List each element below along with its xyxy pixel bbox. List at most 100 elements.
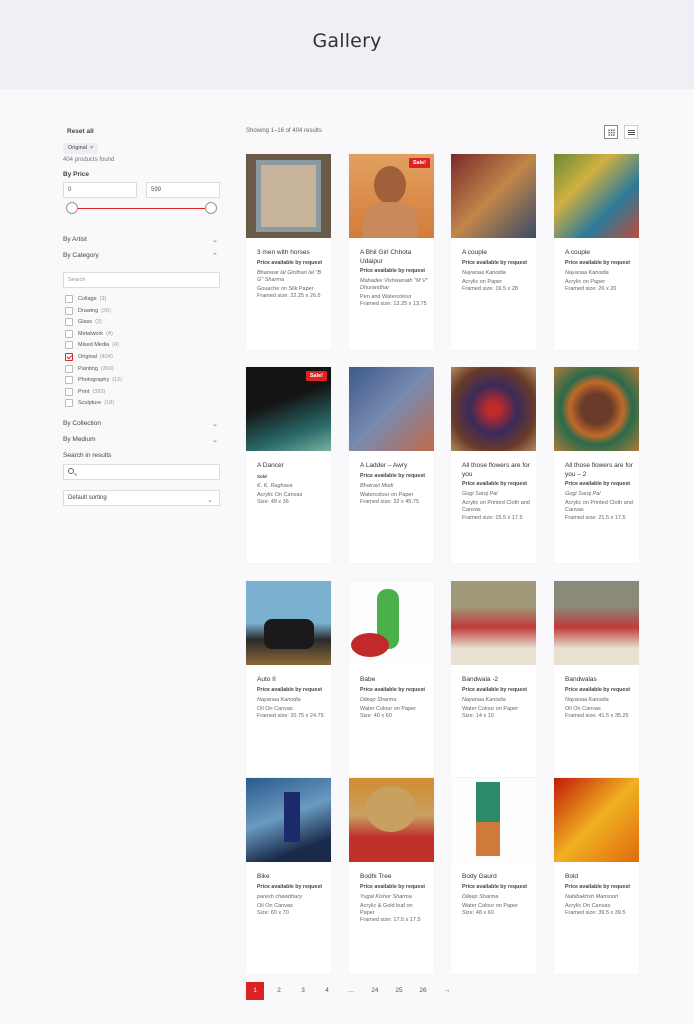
product-image[interactable] [451, 154, 536, 238]
product-card[interactable]: Sale! A Bhil Girl Chhota Udaipur Price ava… [349, 154, 434, 350]
product-title[interactable]: Bodhi Tree [360, 873, 428, 882]
product-artist[interactable]: Bhanwar lal Girdhari lal "B G" Sharma [257, 270, 325, 284]
product-card[interactable]: Babe Price available by request Dileep Sha… [349, 581, 434, 777]
reset-all-button[interactable]: Reset all [67, 128, 94, 135]
product-artist[interactable]: K. K. Raghava [257, 483, 325, 490]
product-card[interactable]: Bandwala -2 Price available by request Nay… [451, 581, 536, 777]
filter-by-artist[interactable]: By Artist ⌄ [63, 236, 220, 244]
product-image[interactable] [246, 778, 331, 862]
product-card[interactable]: All those flowers are for you – 2 Price a… [554, 367, 639, 563]
checkbox[interactable] [65, 364, 73, 373]
product-title[interactable]: Body Gaurd [462, 873, 530, 882]
product-title[interactable]: Bandwala -2 [462, 676, 530, 685]
product-title[interactable]: All those flowers are for you [462, 462, 530, 479]
checkbox[interactable] [65, 376, 73, 385]
list-view-button[interactable] [624, 125, 638, 139]
product-card[interactable]: Bandwalas Price available by request Nayan… [554, 581, 639, 777]
product-card[interactable]: Auto II Price available by request Nayanaa… [246, 581, 331, 777]
checkbox[interactable] [65, 295, 73, 303]
price-slider-max-handle[interactable] [205, 202, 217, 214]
checkbox[interactable] [65, 387, 73, 396]
product-artist[interactable]: Nayanaa Kanodia [565, 697, 633, 704]
category-item[interactable]: Collage (3) [65, 295, 220, 307]
product-title[interactable]: All those flowers are for you – 2 [565, 462, 633, 479]
product-title[interactable]: Bold [565, 873, 633, 882]
price-slider-min-handle[interactable] [66, 202, 78, 214]
product-title[interactable]: A couple [565, 249, 633, 258]
chip-close-icon[interactable]: × [90, 145, 93, 151]
product-artist[interactable]: Dileep Sharma [462, 894, 530, 901]
product-card[interactable]: Bike Price available by request paresh cha… [246, 778, 331, 974]
page-button[interactable]: 4 [318, 982, 336, 1000]
product-artist[interactable]: Nabibakhsh Mansoori [565, 894, 633, 901]
checkbox[interactable] [65, 329, 73, 338]
product-card[interactable]: Bold Price available by request Nabibakhsh… [554, 778, 639, 974]
product-artist[interactable]: Nayanaa Kanodia [462, 270, 530, 277]
category-search-input[interactable]: Search [63, 272, 220, 288]
product-artist[interactable]: Gogi Saroj Pal [462, 491, 530, 498]
product-title[interactable]: A Bhil Girl Chhota Udaipur [360, 249, 428, 266]
product-image[interactable] [554, 367, 639, 451]
category-item[interactable]: Sculpture (18) [65, 399, 220, 411]
checkbox[interactable] [65, 306, 73, 315]
checkbox[interactable] [65, 352, 73, 361]
product-image[interactable] [554, 581, 639, 665]
category-item[interactable]: Photography (12) [65, 376, 220, 388]
product-artist[interactable]: Nayanaa Kanodia [565, 270, 633, 277]
page-button[interactable]: 25 [390, 982, 408, 1000]
product-title[interactable]: Auto II [257, 676, 325, 685]
results-search-input[interactable] [63, 464, 220, 480]
filter-by-medium[interactable]: By Medium ⌄ [63, 436, 220, 444]
product-title[interactable]: Bike [257, 873, 325, 882]
product-card[interactable]: Body Gaurd Price available by request Dile… [451, 778, 536, 974]
product-card[interactable]: A Ladder – Awry Price available by reques… [349, 367, 434, 563]
category-item[interactable]: Original (404) [65, 352, 220, 365]
product-image[interactable] [349, 778, 434, 862]
page-button[interactable]: 26 [414, 982, 432, 1000]
product-title[interactable]: Babe [360, 676, 428, 685]
grid-view-button[interactable] [604, 125, 618, 139]
category-item[interactable]: Drawing (26) [65, 306, 220, 319]
product-title[interactable]: A couple [462, 249, 530, 258]
product-card[interactable]: Bodhi Tree Price available by request Yuga… [349, 778, 434, 974]
product-image[interactable] [451, 581, 536, 665]
product-artist[interactable]: Yugal Kishor Sharma [360, 894, 428, 901]
product-artist[interactable]: Dileep Sharma [360, 697, 428, 704]
product-artist[interactable]: Nayanaa Kanodia [462, 697, 530, 704]
product-card[interactable]: A couple Price available by request Nayana… [554, 154, 639, 350]
product-card[interactable]: 3 men with horses Price available by requ… [246, 154, 331, 350]
active-filter-chip[interactable]: Original × [63, 143, 99, 154]
product-artist[interactable]: Nayanaa Kanodia [257, 697, 325, 704]
product-artist[interactable]: Gogi Saroj Pal [565, 491, 633, 498]
category-item[interactable]: Painting (360) [65, 364, 220, 377]
product-image[interactable] [451, 367, 536, 451]
page-button[interactable]: 1 [246, 982, 264, 1000]
sorting-select[interactable]: Default sorting ⌄ [63, 490, 220, 506]
page-button[interactable]: 2 [270, 982, 288, 1000]
product-card[interactable]: All those flowers are for you Price avail… [451, 367, 536, 563]
page-button[interactable]: 3 [294, 982, 312, 1000]
product-image[interactable] [246, 154, 331, 238]
product-image[interactable] [349, 581, 434, 665]
product-title[interactable]: Bandwalas [565, 676, 633, 685]
product-title[interactable]: 3 men with horses [257, 249, 325, 258]
product-image[interactable] [554, 154, 639, 238]
category-item[interactable]: Metalwork (4) [65, 329, 220, 342]
category-item[interactable]: Mixed Media (4) [65, 341, 220, 353]
product-artist[interactable]: Mahadev Vishwanath "M V" Dhurandhar [360, 278, 428, 292]
product-image[interactable] [349, 367, 434, 451]
checkbox[interactable] [65, 318, 73, 327]
product-artist[interactable]: paresh chawdhary [257, 894, 325, 901]
filter-by-category[interactable]: By Category ⌃ [63, 252, 220, 260]
category-item[interactable]: Glass (3) [65, 318, 220, 330]
product-image[interactable] [451, 778, 536, 862]
product-title[interactable]: A Dancer [257, 462, 325, 471]
product-artist[interactable]: Bhairavi Modi [360, 483, 428, 490]
product-image[interactable] [554, 778, 639, 862]
next-page-button[interactable]: → [438, 982, 456, 1000]
filter-by-collection[interactable]: By Collection ⌄ [63, 420, 220, 428]
product-image[interactable] [246, 581, 331, 665]
product-title[interactable]: A Ladder – Awry [360, 462, 428, 471]
price-max-input[interactable]: 599 [146, 182, 220, 198]
price-min-input[interactable]: 0 [63, 182, 137, 198]
